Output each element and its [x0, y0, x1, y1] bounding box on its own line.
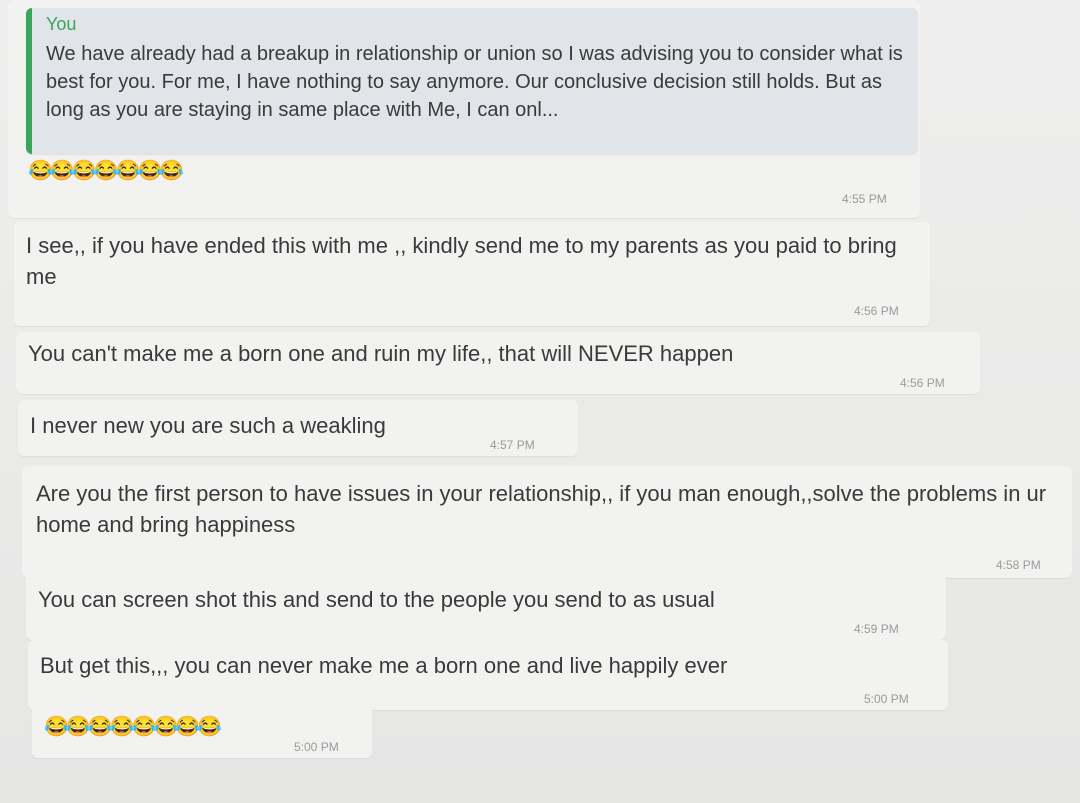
message-text: Are you the first person to have issues … — [36, 481, 1047, 537]
message-text: I see,, if you have ended this with me ,… — [26, 233, 897, 289]
message-time: 4:58 PM — [996, 558, 1041, 572]
message-time: 4:57 PM — [490, 438, 535, 452]
message-time: 4:55 PM — [842, 192, 887, 206]
message-bubble[interactable]: I see,, if you have ended this with me ,… — [14, 222, 930, 326]
message-text: 😂😂😂😂😂😂😂 — [28, 160, 184, 182]
message-time: 4:56 PM — [854, 304, 899, 318]
message-text: You can screen shot this and send to the… — [38, 587, 715, 612]
message-text: 😂😂😂😂😂😂😂😂 — [44, 716, 222, 738]
message-bubble[interactable]: But get this,,, you can never make me a … — [28, 640, 948, 710]
quoted-author: You — [46, 14, 77, 34]
quote-accent-bar — [26, 8, 32, 154]
message-bubble[interactable]: 😂😂😂😂😂😂😂😂 5:00 PM — [32, 704, 372, 758]
message-text: But get this,,, you can never make me a … — [40, 653, 728, 678]
message-bubble[interactable]: You can't make me a born one and ruin my… — [16, 332, 980, 394]
chat-area: You We have already had a breakup in rel… — [0, 0, 1080, 803]
message-bubble[interactable]: You We have already had a breakup in rel… — [8, 0, 920, 218]
quoted-text: We have already had a breakup in relatio… — [46, 43, 903, 121]
quoted-message[interactable]: You We have already had a breakup in rel… — [26, 8, 918, 154]
message-bubble[interactable]: Are you the first person to have issues … — [22, 466, 1072, 578]
message-time: 5:00 PM — [864, 692, 909, 706]
message-bubble[interactable]: You can screen shot this and send to the… — [26, 574, 946, 640]
message-text: I never new you are such a weakling — [30, 413, 386, 438]
message-time: 4:59 PM — [854, 622, 899, 636]
message-text: You can't make me a born one and ruin my… — [28, 341, 734, 366]
message-time: 4:56 PM — [900, 376, 945, 390]
message-bubble[interactable]: I never new you are such a weakling 4:57… — [18, 400, 578, 456]
message-time: 5:00 PM — [294, 740, 339, 754]
